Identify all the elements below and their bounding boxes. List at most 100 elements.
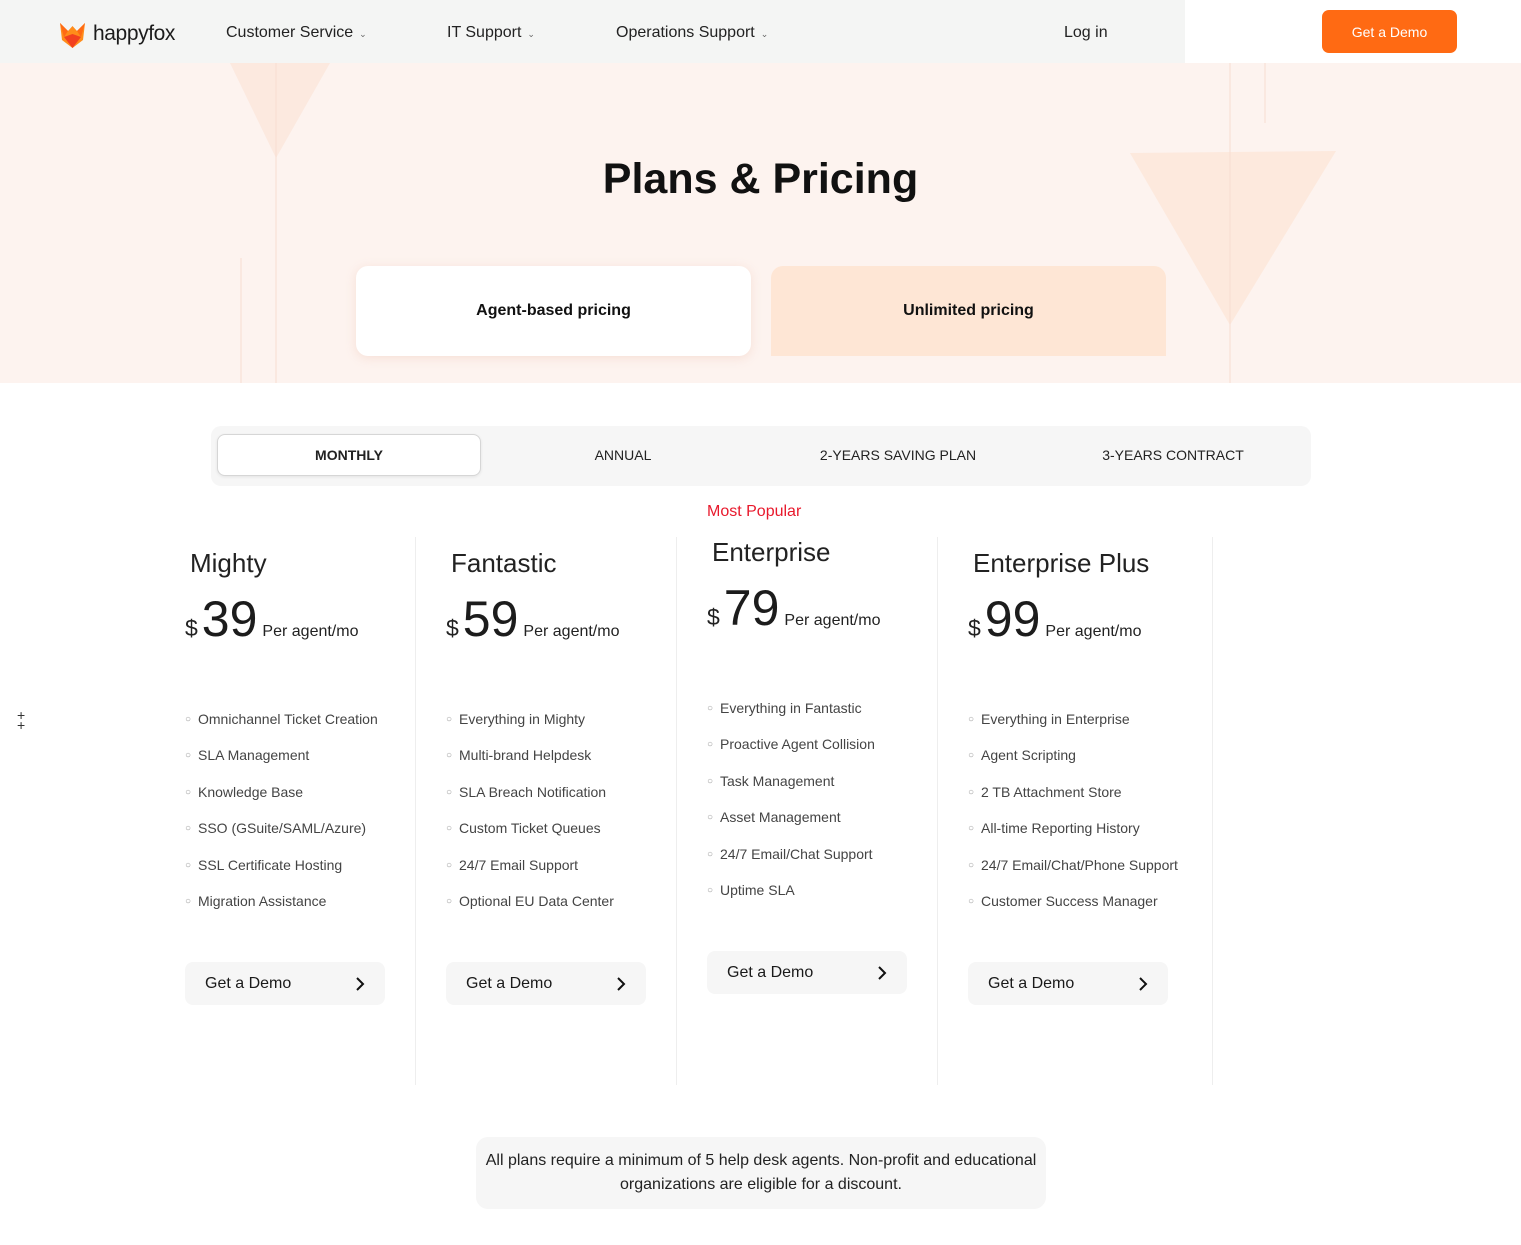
circle-bullet-icon: ○	[185, 750, 192, 762]
feature-label: SSO (GSuite/SAML/Azure)	[198, 820, 367, 837]
plan-name: Enterprise	[712, 537, 831, 567]
circle-bullet-icon: ○	[968, 895, 975, 907]
feature-item: ○ SLA Breach Notification	[446, 784, 614, 820]
price-unit: Per agent/mo	[262, 623, 359, 640]
billing-3-years-contract[interactable]: 3-YEARS CONTRACT	[1041, 434, 1305, 476]
nav-it-support-label: IT Support	[447, 24, 522, 41]
plan-get-demo-button[interactable]: Get a Demo	[968, 962, 1168, 1005]
plus-icon[interactable]: + +	[17, 708, 25, 732]
feature-label: Asset Management	[720, 809, 841, 826]
column-divider	[1212, 537, 1213, 1085]
feature-item: ○ 24/7 Email Support	[446, 857, 614, 893]
circle-bullet-icon: ○	[707, 812, 714, 824]
price-amount: 39	[201, 591, 258, 647]
feature-label: Uptime SLA	[720, 881, 795, 898]
nav-customer-service[interactable]: Customer Service ⌄	[226, 24, 367, 42]
feature-item: ○ 24/7 Email/Chat/Phone Support	[968, 857, 1178, 893]
plan-get-demo-button[interactable]: Get a Demo	[707, 951, 907, 994]
get-demo-button[interactable]: Get a Demo	[1322, 10, 1457, 53]
decorative-shapes	[230, 63, 1336, 383]
circle-bullet-icon: ○	[446, 786, 453, 798]
circle-bullet-icon: ○	[968, 750, 975, 762]
chevron-right-icon	[617, 976, 626, 991]
price-amount: 59	[462, 591, 519, 647]
nav-operations-support-label: Operations Support	[616, 24, 755, 41]
plan-price: $ 79 Per agent/mo	[707, 579, 880, 637]
fox-logo-icon	[60, 23, 85, 48]
column-divider	[676, 537, 677, 1085]
feature-label: 24/7 Email Support	[459, 856, 579, 873]
feature-item: ○ Proactive Agent Collision	[707, 736, 875, 772]
plan-get-demo-button[interactable]: Get a Demo	[185, 962, 385, 1005]
tab-agent-based-pricing[interactable]: Agent-based pricing	[356, 266, 751, 356]
feature-label: SSL Certificate Hosting	[198, 856, 343, 873]
billing-period-toggle: MONTHLY ANNUAL 2-YEARS SAVING PLAN 3-YEA…	[211, 426, 1311, 486]
feature-item: ○ 24/7 Email/Chat Support	[707, 846, 875, 882]
nav-operations-support[interactable]: Operations Support ⌄	[616, 24, 768, 42]
minimum-agents-note: All plans require a minimum of 5 help de…	[476, 1137, 1046, 1209]
feature-item: ○ Uptime SLA	[707, 882, 875, 918]
brand-name: happyfox	[93, 22, 176, 45]
brand-logo[interactable]: happyfox	[60, 20, 175, 48]
chevron-right-icon	[878, 965, 887, 980]
circle-bullet-icon: ○	[707, 884, 714, 896]
feature-label: SLA Breach Notification	[459, 783, 607, 800]
billing-annual[interactable]: ANNUAL	[491, 434, 755, 476]
plan-get-demo-label: Get a Demo	[727, 963, 814, 981]
feature-label: Custom Ticket Queues	[459, 820, 601, 837]
feature-item: ○ All-time Reporting History	[968, 820, 1178, 856]
feature-label: Proactive Agent Collision	[720, 736, 875, 753]
billing-2-years-saving-plan[interactable]: 2-YEARS SAVING PLAN	[766, 434, 1030, 476]
feature-label: Agent Scripting	[981, 747, 1076, 764]
feature-label: Migration Assistance	[198, 892, 327, 909]
price-amount: 99	[984, 591, 1041, 647]
feature-label: All-time Reporting History	[981, 820, 1140, 837]
circle-bullet-icon: ○	[446, 895, 453, 907]
login-link[interactable]: Log in	[1064, 24, 1108, 42]
feature-item: ○ Multi-brand Helpdesk	[446, 747, 614, 783]
price-unit: Per agent/mo	[784, 612, 881, 629]
feature-item: ○ Knowledge Base	[185, 784, 378, 820]
circle-bullet-icon: ○	[707, 703, 714, 714]
price-amount: 79	[723, 580, 780, 636]
tab-unlimited-pricing[interactable]: Unlimited pricing	[771, 266, 1166, 356]
feature-item: ○ Customer Success Manager	[968, 893, 1178, 929]
price-unit: Per agent/mo	[1045, 623, 1142, 640]
billing-monthly[interactable]: MONTHLY	[217, 434, 481, 476]
circle-bullet-icon: ○	[185, 714, 192, 725]
plan-get-demo-label: Get a Demo	[988, 974, 1075, 992]
feature-item: ○ Custom Ticket Queues	[446, 820, 614, 856]
feature-label: Knowledge Base	[198, 783, 304, 800]
feature-item: ○ Omnichannel Ticket Creation	[185, 711, 378, 747]
circle-bullet-icon: ○	[185, 895, 192, 907]
feature-label: Omnichannel Ticket Creation	[198, 711, 378, 727]
most-popular-badge: Most Popular	[707, 503, 802, 520]
feature-label: Multi-brand Helpdesk	[459, 747, 592, 764]
feature-list: ○ Everything in Enterprise ○ Agent Scripti…	[968, 711, 1178, 929]
feature-list: ○ Everything in Fantastic ○ Proactive Agen…	[707, 700, 875, 918]
plan-price: $ 39 Per agent/mo	[185, 590, 358, 648]
feature-label: 24/7 Email/Chat Support	[720, 845, 873, 862]
circle-bullet-icon: ○	[707, 848, 714, 860]
feature-label: Optional EU Data Center	[459, 892, 614, 909]
column-divider	[937, 537, 938, 1085]
plan-name: Mighty	[190, 548, 267, 578]
nav-it-support[interactable]: IT Support ⌄	[447, 24, 535, 42]
chevron-right-icon	[1139, 976, 1148, 991]
plan-get-demo-button[interactable]: Get a Demo	[446, 962, 646, 1005]
chevron-down-icon: ⌄	[527, 28, 535, 39]
feature-item: ○ Everything in Enterprise	[968, 711, 1178, 747]
circle-bullet-icon: ○	[968, 859, 975, 871]
circle-bullet-icon: ○	[968, 714, 975, 725]
currency-symbol: $	[707, 604, 720, 630]
currency-symbol: $	[968, 615, 981, 641]
feature-label: 2 TB Attachment Store	[981, 783, 1122, 800]
circle-bullet-icon: ○	[446, 714, 453, 725]
feature-label: Task Management	[720, 772, 835, 789]
feature-list: ○ Everything in Mighty ○ Multi-brand Helpd…	[446, 711, 614, 929]
chevron-down-icon: ⌄	[760, 28, 769, 39]
feature-item: ○ Everything in Mighty	[446, 711, 614, 747]
feature-list: ○ Omnichannel Ticket Creation ○ SLA Manage…	[185, 711, 378, 929]
circle-bullet-icon: ○	[707, 739, 714, 751]
plan-get-demo-label: Get a Demo	[205, 974, 292, 992]
